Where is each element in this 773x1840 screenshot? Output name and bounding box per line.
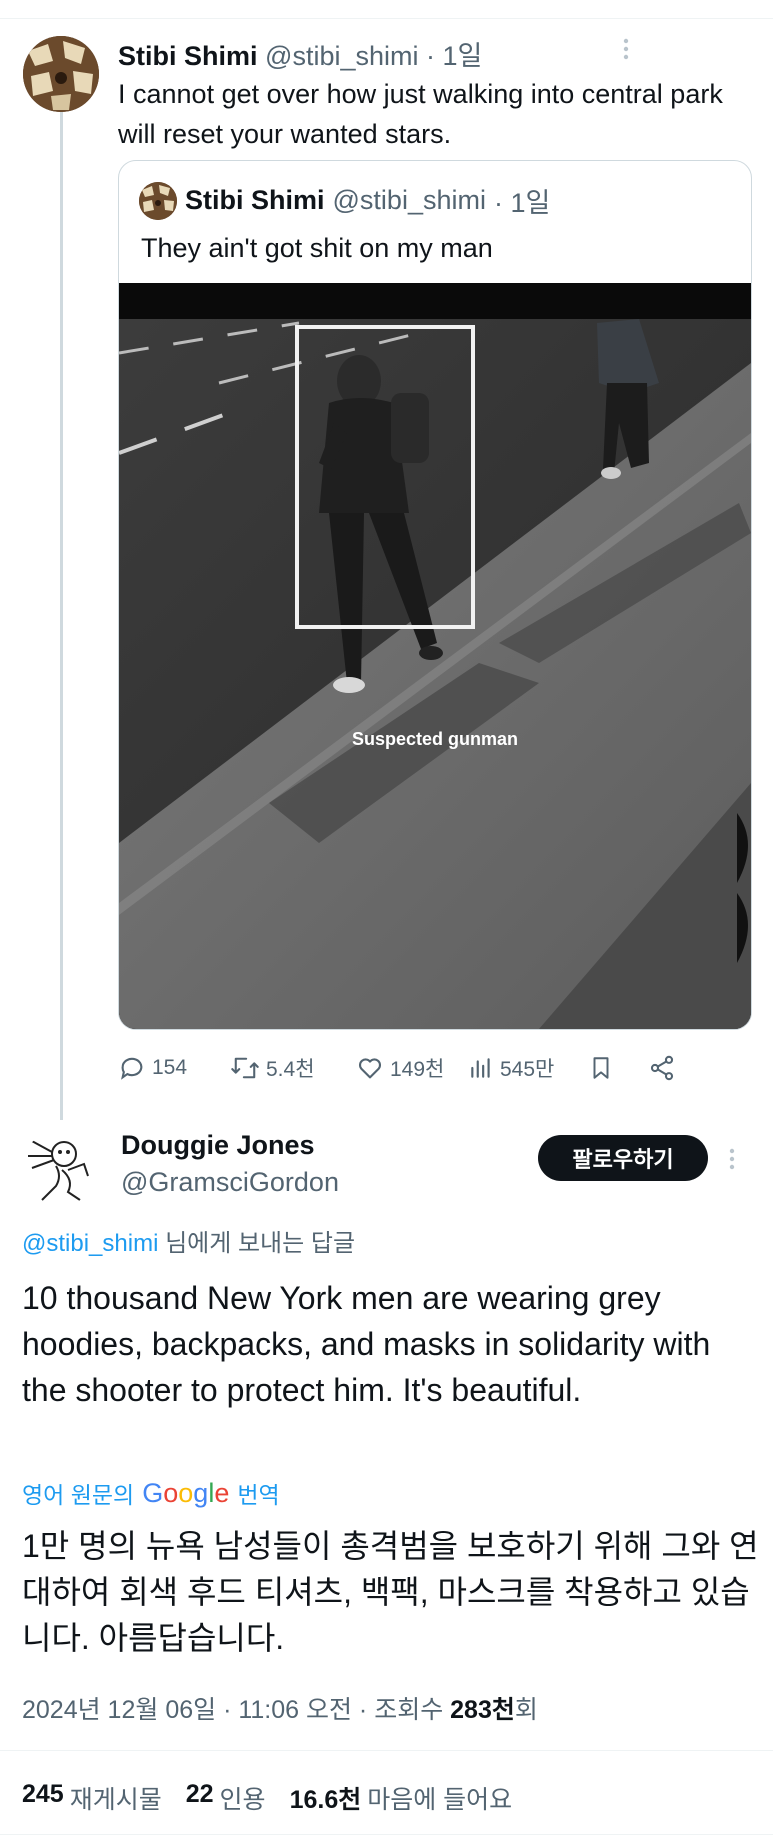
retweet-icon <box>231 1057 259 1079</box>
bookmark-icon <box>593 1057 609 1079</box>
thread-connector-line <box>60 110 63 1120</box>
retweet-button[interactable]: 5.4천 <box>230 1050 315 1086</box>
likes-label: 마음에 들어요 <box>367 1786 513 1814</box>
reply-tweet-text: 10 thousand New York men are wearing gre… <box>22 1280 711 1408</box>
author-name[interactable]: Stibi Shimi <box>118 41 258 71</box>
more-options-icon[interactable] <box>620 36 632 67</box>
quoted-tweet-time: · 1일 <box>493 188 551 218</box>
quotes-label: 인용 <box>219 1786 266 1814</box>
view-count-suffix: 회 <box>514 1696 538 1724</box>
follow-button[interactable]: 팔로우하기 <box>538 1135 708 1181</box>
reply-button[interactable]: 154 <box>118 1050 187 1086</box>
reposts-stat[interactable]: 245 재게시물 <box>22 1780 162 1816</box>
reply-icon <box>121 1057 143 1080</box>
video-caption: Suspected gunman <box>351 729 519 749</box>
more-options-icon[interactable] <box>726 1146 738 1177</box>
quoted-tweet-header: Stibi Shimi @stibi_shimi · 1일 <box>139 181 550 220</box>
tweet-text: I cannot get over how just walking into … <box>118 79 723 149</box>
bookmark-button[interactable] <box>588 1050 614 1086</box>
quoted-avatar <box>139 181 177 220</box>
tweet-timestamp[interactable]: 2024년 12월 06일 · 11:06 오전 · 조회수 <box>22 1696 450 1724</box>
divider <box>0 1834 773 1835</box>
views-button[interactable]: 545만 <box>468 1050 554 1086</box>
avatar[interactable] <box>22 1130 98 1206</box>
giraffe-avatar-image <box>139 181 177 220</box>
tweet-time[interactable]: · 1일 <box>426 41 482 71</box>
share-icon <box>650 1055 674 1081</box>
quoted-tweet-card[interactable]: Stibi Shimi @stibi_shimi · 1일 They ain't… <box>118 160 752 1030</box>
quoted-tweet-text: They ain't got shit on my man <box>141 233 493 263</box>
google-logo: Google <box>142 1477 230 1508</box>
author-handle[interactable]: @GramsciGordon <box>121 1167 339 1198</box>
author-handle[interactable]: @stibi_shimi <box>265 41 418 71</box>
quoted-author-name: Stibi Shimi <box>185 185 325 215</box>
views-count: 545만 <box>500 1058 555 1081</box>
likes-count: 16.6천 <box>289 1786 362 1814</box>
sketch-avatar-image <box>22 1130 98 1206</box>
like-count: 149천 <box>390 1058 445 1081</box>
top-divider <box>0 18 773 19</box>
tweet-timestamp-row: 2024년 12월 06일 · 11:06 오전 · 조회수 283천회 <box>22 1690 538 1726</box>
share-button[interactable] <box>648 1050 676 1086</box>
divider <box>0 1750 773 1751</box>
quotes-stat[interactable]: 22 인용 <box>186 1780 266 1816</box>
replying-to-handle[interactable]: @stibi_shimi <box>22 1230 158 1257</box>
replying-to-label: 님에게 보내는 답글 <box>158 1230 356 1257</box>
translation-attribution[interactable]: 영어 원문의 Google 번역 <box>22 1476 280 1510</box>
likes-stat[interactable]: 16.6천 마음에 들어요 <box>290 1780 513 1816</box>
reposts-count: 245 <box>22 1780 64 1808</box>
translate-suffix: 번역 <box>237 1482 280 1508</box>
quoted-author-handle: @stibi_shimi <box>332 185 486 215</box>
giraffe-avatar-image <box>23 36 99 112</box>
retweet-count: 5.4천 <box>266 1058 315 1081</box>
surveillance-frame-image <box>119 283 751 1029</box>
like-button[interactable]: 149천 <box>356 1050 444 1086</box>
replying-to: @stibi_shimi 님에게 보내는 답글 <box>22 1223 355 1258</box>
author-name[interactable]: Douggie Jones <box>121 1130 315 1161</box>
engagement-stats: 245 재게시물 22 인용 16.6천 마음에 들어요 <box>22 1780 526 1816</box>
surveillance-video[interactable]: Suspected gunman <box>119 283 751 1029</box>
heart-icon <box>358 1058 382 1079</box>
quotes-count: 22 <box>185 1780 214 1808</box>
avatar[interactable] <box>23 36 99 112</box>
reposts-label: 재게시물 <box>69 1786 162 1814</box>
tweet-header: Stibi Shimi @stibi_shimi · 1일 <box>118 34 482 73</box>
reply-count: 154 <box>152 1056 188 1079</box>
tweet-action-bar: 154 5.4천 149천 545만 <box>118 1050 758 1086</box>
translated-text: 1만 명의 뉴욕 남성들이 총격범을 보호하기 위해 그와 연대하여 회색 후드… <box>22 1528 759 1656</box>
bar-chart-icon <box>471 1058 490 1078</box>
translate-prefix: 영어 원문의 <box>22 1482 135 1508</box>
view-count: 283천 <box>450 1696 515 1724</box>
